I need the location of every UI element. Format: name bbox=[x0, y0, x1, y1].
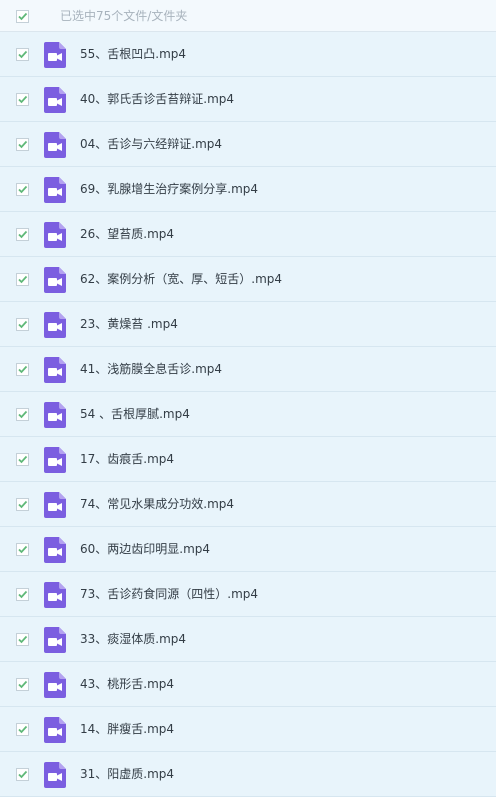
file-checkbox[interactable] bbox=[16, 768, 29, 781]
selection-count-label: 已选中75个文件/文件夹 bbox=[60, 9, 188, 23]
file-row[interactable]: 31、阳虚质.mp4 bbox=[0, 752, 496, 797]
file-row[interactable]: 74、常见水果成分功效.mp4 bbox=[0, 482, 496, 527]
video-file-icon bbox=[44, 87, 66, 113]
file-row[interactable]: 40、郭氏舌诊舌苔辩证.mp4 bbox=[0, 77, 496, 122]
file-name[interactable]: 54 、舌根厚腻.mp4 bbox=[80, 406, 190, 422]
file-row[interactable]: 60、两边齿印明显.mp4 bbox=[0, 527, 496, 572]
file-checkbox[interactable] bbox=[16, 138, 29, 151]
file-checkbox[interactable] bbox=[16, 453, 29, 466]
video-file-icon bbox=[44, 402, 66, 428]
file-checkbox[interactable] bbox=[16, 678, 29, 691]
checkmark-icon bbox=[18, 545, 28, 554]
video-file-icon bbox=[44, 267, 66, 293]
checkmark-icon bbox=[18, 95, 28, 104]
video-file-icon bbox=[44, 177, 66, 203]
checkmark-icon bbox=[18, 320, 28, 329]
file-name[interactable]: 23、黄燥苔 .mp4 bbox=[80, 316, 178, 332]
checkmark-icon bbox=[18, 500, 28, 509]
file-name[interactable]: 33、痰湿体质.mp4 bbox=[80, 631, 186, 647]
video-file-icon bbox=[44, 717, 66, 743]
select-all-checkbox[interactable] bbox=[16, 10, 29, 23]
file-name[interactable]: 74、常见水果成分功效.mp4 bbox=[80, 496, 234, 512]
file-row[interactable]: 17、齿痕舌.mp4 bbox=[0, 437, 496, 482]
file-checkbox[interactable] bbox=[16, 588, 29, 601]
checkmark-icon bbox=[18, 770, 28, 779]
file-name[interactable]: 60、两边齿印明显.mp4 bbox=[80, 541, 210, 557]
file-name[interactable]: 41、浅筋膜全息舌诊.mp4 bbox=[80, 361, 222, 377]
video-file-icon bbox=[44, 627, 66, 653]
checkmark-icon bbox=[18, 590, 28, 599]
file-name[interactable]: 62、案例分析（宽、厚、短舌）.mp4 bbox=[80, 271, 282, 287]
file-row[interactable]: 33、痰湿体质.mp4 bbox=[0, 617, 496, 662]
checkmark-icon bbox=[18, 140, 28, 149]
file-row[interactable]: 69、乳腺增生治疗案例分享.mp4 bbox=[0, 167, 496, 212]
video-file-icon bbox=[44, 42, 66, 68]
file-checkbox[interactable] bbox=[16, 363, 29, 376]
file-list-panel: 已选中75个文件/文件夹 55、舌根凹凸.mp4 40、郭氏舌诊舌苔辩证.mp4 0… bbox=[0, 0, 496, 802]
checkmark-icon bbox=[18, 635, 28, 644]
video-file-icon bbox=[44, 672, 66, 698]
file-row[interactable]: 26、望苔质.mp4 bbox=[0, 212, 496, 257]
file-row[interactable]: 41、浅筋膜全息舌诊.mp4 bbox=[0, 347, 496, 392]
file-checkbox[interactable] bbox=[16, 273, 29, 286]
file-name[interactable]: 17、齿痕舌.mp4 bbox=[80, 451, 174, 467]
file-checkbox[interactable] bbox=[16, 48, 29, 61]
file-name[interactable]: 04、舌诊与六经辩证.mp4 bbox=[80, 136, 222, 152]
file-row[interactable]: 54 、舌根厚腻.mp4 bbox=[0, 392, 496, 437]
file-checkbox[interactable] bbox=[16, 498, 29, 511]
checkmark-icon bbox=[18, 12, 28, 21]
file-checkbox[interactable] bbox=[16, 183, 29, 196]
video-file-icon bbox=[44, 312, 66, 338]
file-name[interactable]: 31、阳虚质.mp4 bbox=[80, 766, 174, 782]
checkmark-icon bbox=[18, 410, 28, 419]
file-checkbox[interactable] bbox=[16, 408, 29, 421]
file-name[interactable]: 55、舌根凹凸.mp4 bbox=[80, 46, 186, 62]
file-name[interactable]: 69、乳腺增生治疗案例分享.mp4 bbox=[80, 181, 258, 197]
video-file-icon bbox=[44, 357, 66, 383]
file-name[interactable]: 73、舌诊药食同源（四性）.mp4 bbox=[80, 586, 258, 602]
file-row[interactable]: 43、桃形舌.mp4 bbox=[0, 662, 496, 707]
checkmark-icon bbox=[18, 725, 28, 734]
file-row[interactable]: 04、舌诊与六经辩证.mp4 bbox=[0, 122, 496, 167]
file-checkbox[interactable] bbox=[16, 543, 29, 556]
file-row[interactable]: 23、黄燥苔 .mp4 bbox=[0, 302, 496, 347]
file-row[interactable]: 14、胖瘦舌.mp4 bbox=[0, 707, 496, 752]
video-file-icon bbox=[44, 537, 66, 563]
video-file-icon bbox=[44, 492, 66, 518]
video-file-icon bbox=[44, 132, 66, 158]
video-file-icon bbox=[44, 222, 66, 248]
selection-header: 已选中75个文件/文件夹 bbox=[0, 0, 496, 32]
checkmark-icon bbox=[18, 275, 28, 284]
video-file-icon bbox=[44, 762, 66, 788]
checkmark-icon bbox=[18, 230, 28, 239]
file-name[interactable]: 14、胖瘦舌.mp4 bbox=[80, 721, 174, 737]
file-row[interactable]: 62、案例分析（宽、厚、短舌）.mp4 bbox=[0, 257, 496, 302]
file-name[interactable]: 43、桃形舌.mp4 bbox=[80, 676, 174, 692]
file-checkbox[interactable] bbox=[16, 723, 29, 736]
file-checkbox[interactable] bbox=[16, 318, 29, 331]
checkmark-icon bbox=[18, 365, 28, 374]
checkmark-icon bbox=[18, 455, 28, 464]
file-list: 55、舌根凹凸.mp4 40、郭氏舌诊舌苔辩证.mp4 04、舌诊与六经辩证.mp4… bbox=[0, 32, 496, 797]
file-name[interactable]: 26、望苔质.mp4 bbox=[80, 226, 174, 242]
checkmark-icon bbox=[18, 680, 28, 689]
file-checkbox[interactable] bbox=[16, 228, 29, 241]
file-checkbox[interactable] bbox=[16, 93, 29, 106]
file-name[interactable]: 40、郭氏舌诊舌苔辩证.mp4 bbox=[80, 91, 234, 107]
file-row[interactable]: 73、舌诊药食同源（四性）.mp4 bbox=[0, 572, 496, 617]
file-checkbox[interactable] bbox=[16, 633, 29, 646]
checkmark-icon bbox=[18, 50, 28, 59]
video-file-icon bbox=[44, 582, 66, 608]
checkmark-icon bbox=[18, 185, 28, 194]
video-file-icon bbox=[44, 447, 66, 473]
file-row[interactable]: 55、舌根凹凸.mp4 bbox=[0, 32, 496, 77]
